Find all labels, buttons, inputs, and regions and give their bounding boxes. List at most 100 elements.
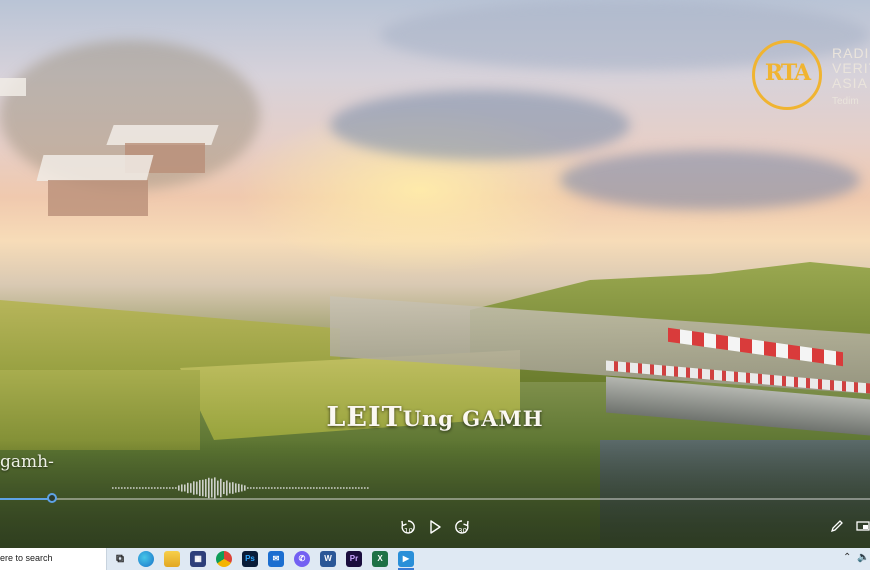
waveform-bar [127, 487, 129, 489]
forward-seconds: 30 [458, 527, 467, 535]
waveform-bar [340, 487, 342, 489]
search-placeholder: ere to search [0, 553, 53, 563]
waveform-bar [361, 487, 363, 489]
waveform-bar [367, 487, 369, 489]
logo-subtitle: Tedim [832, 96, 859, 107]
waveform-bar [124, 487, 126, 489]
waveform-bar [331, 487, 333, 489]
waveform-bar [283, 487, 285, 489]
waveform-bar [190, 483, 192, 493]
word-icon[interactable]: W [320, 551, 336, 567]
title-part: LEIT [326, 402, 403, 433]
mail-icon[interactable]: ✉ [268, 551, 284, 567]
waveform-bar [160, 487, 162, 489]
logo-text: RADI VERIT ASIA [832, 46, 870, 91]
rewind-seconds: 10 [404, 527, 413, 535]
waveform-bar [184, 484, 186, 492]
pencil-icon [830, 520, 843, 533]
title-part: ng G [422, 406, 482, 431]
house-roof [36, 155, 154, 181]
waveform-bar [208, 477, 210, 499]
seek-bar-progress [0, 498, 53, 500]
task-view-icon[interactable]: ⧉ [112, 551, 128, 567]
photoshop-icon[interactable]: Ps [242, 551, 258, 567]
store-icon[interactable]: ▦ [190, 551, 206, 567]
media-player-icon[interactable]: ▶ [398, 551, 414, 567]
video-title: LEITUng GAMH [0, 402, 870, 433]
waveform-bar [298, 487, 300, 489]
waveform-bar [334, 487, 336, 489]
waveform-bar [253, 487, 255, 489]
waveform-bar [307, 487, 309, 489]
waveform-bar [355, 487, 357, 489]
seek-bar-track[interactable] [0, 498, 870, 500]
waveform-bar [244, 485, 246, 491]
waveform-bar [289, 487, 291, 489]
edge-icon[interactable] [138, 551, 154, 567]
waveform-bar [196, 481, 198, 495]
rewind-button[interactable]: 10 [400, 519, 416, 535]
premiere-icon[interactable]: Pr [346, 551, 362, 567]
waveform-bar [316, 487, 318, 489]
waveform-bar [322, 487, 324, 489]
file-explorer-icon[interactable] [164, 551, 180, 567]
chrome-icon[interactable] [216, 551, 232, 567]
waveform-bar [325, 487, 327, 489]
waveform-bar [310, 487, 312, 489]
cloud-shape [560, 150, 860, 210]
waveform-bar [301, 487, 303, 489]
waveform-bar [295, 487, 297, 489]
waveform-bar [178, 485, 180, 491]
waveform-bar [223, 481, 225, 495]
waveform-bar [232, 482, 234, 494]
waveform-bar [175, 487, 177, 489]
taskbar-search[interactable]: ere to search [0, 548, 107, 570]
waveform-bar [154, 487, 156, 489]
waveform-bar [133, 487, 135, 489]
waveform-bar [151, 487, 153, 489]
waveform-bar [286, 487, 288, 489]
logo-line: VERIT [832, 60, 870, 76]
waveform-bar [346, 487, 348, 489]
taskbar: ere to search ⧉ ▦ Ps ✉ ✆ W Pr X ▶ ⌃ 🔈 [0, 548, 870, 570]
waveform-bar [274, 487, 276, 489]
waveform-bar [241, 484, 243, 492]
waveform-bar [271, 487, 273, 489]
logo-line: RADI [832, 45, 870, 61]
waveform-bar [193, 481, 195, 495]
waveform-bar [121, 487, 123, 489]
tray-chevron-icon[interactable]: ⌃ [843, 552, 851, 563]
excel-icon[interactable]: X [372, 551, 388, 567]
waveform-bar [202, 479, 204, 497]
waveform-bar [280, 487, 282, 489]
waveform-bar [220, 478, 222, 498]
miniplayer-button[interactable] [856, 519, 870, 533]
volume-icon[interactable]: 🔈 [857, 552, 869, 563]
edit-button[interactable] [830, 519, 844, 533]
forward-button[interactable]: 30 [454, 519, 470, 535]
waveform-bar [205, 479, 207, 497]
waveform-bar [166, 487, 168, 489]
waveform-bar [256, 487, 258, 489]
waveform-bar [337, 487, 339, 489]
video-stage[interactable]: RTA RADI VERIT ASIA Tedim LEITUng GAMH g… [0, 0, 870, 548]
waveform-bar [145, 487, 147, 489]
waveform-bar [358, 487, 360, 489]
waveform-bar [277, 487, 279, 489]
viber-icon[interactable]: ✆ [294, 551, 310, 567]
miniplayer-icon [856, 521, 870, 531]
waveform-bar [268, 487, 270, 489]
play-icon [430, 520, 441, 534]
play-button[interactable] [428, 519, 442, 535]
logo-mark: RTA [764, 60, 811, 86]
waveform-bar [130, 487, 132, 489]
waveform-bar [364, 487, 366, 489]
side-caption: gamh- [0, 452, 54, 472]
waveform-bar [265, 487, 267, 489]
waveform-bar [157, 487, 159, 489]
waveform-bar [148, 487, 150, 489]
waveform-bar [187, 482, 189, 494]
waveform-bar [217, 480, 219, 496]
waveform-bar [313, 487, 315, 489]
waveform-bar [349, 487, 351, 489]
